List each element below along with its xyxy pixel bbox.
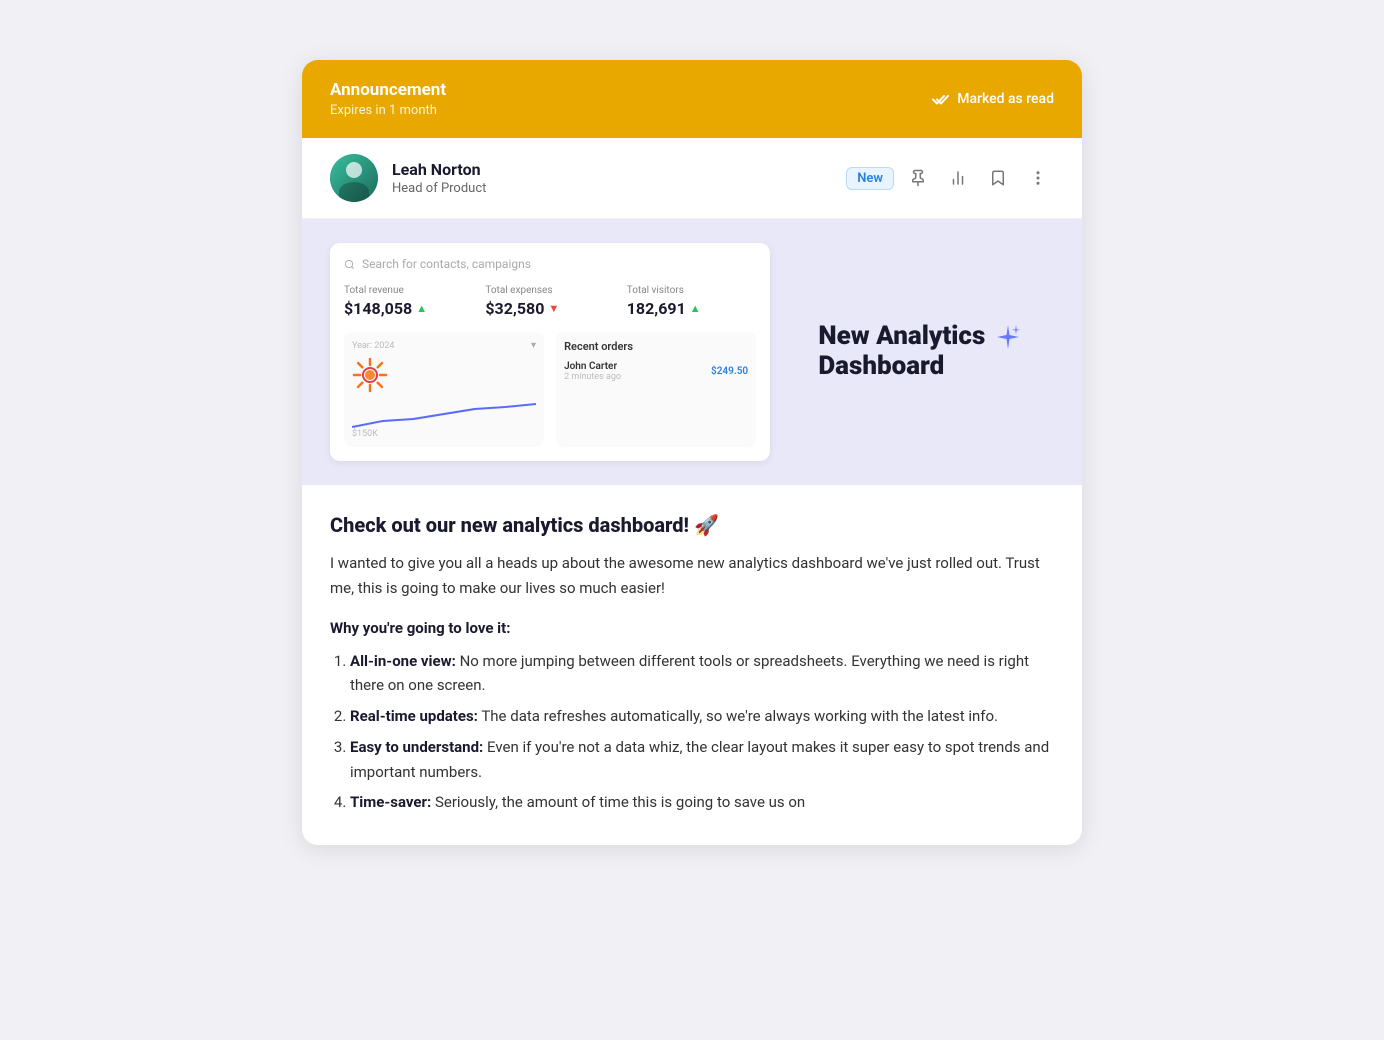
- preview-right-title: New Analytics Dashboard: [818, 322, 1021, 382]
- feature-item-2: Real-time updates: The data refreshes au…: [350, 704, 1054, 729]
- feature-list: All-in-one view: No more jumping between…: [330, 649, 1054, 816]
- chart-label-sm: $150K: [352, 429, 536, 439]
- stat-visitors: Total visitors 182,691 ▲: [627, 285, 756, 318]
- author-row: Leah Norton Head of Product New: [302, 138, 1082, 219]
- sparkle-icon: [994, 323, 1022, 351]
- order-name: John Carter: [564, 361, 621, 372]
- avatar: [330, 154, 378, 202]
- preview-right: New Analytics Dashboard: [786, 243, 1054, 461]
- check-icon: [930, 89, 950, 109]
- content-title: Check out our new analytics dashboard! 🚀: [330, 513, 1054, 537]
- search-bar: Search for contacts, campaigns: [344, 257, 756, 271]
- feature-item-4: Time-saver: Seriously, the amount of tim…: [350, 790, 1054, 815]
- stat-visitors-value: 182,691 ▲: [627, 299, 756, 318]
- order-amount: $249.50: [711, 366, 748, 377]
- marked-read-label: Marked as read: [957, 91, 1054, 107]
- up-icon: ▲: [416, 302, 427, 315]
- order-time: 2 minutes ago: [564, 372, 621, 382]
- chart-header: Year: 2024 ▾: [352, 340, 536, 351]
- content-body: I wanted to give you all a heads up abou…: [330, 551, 1054, 601]
- stats-row: Total revenue $148,058 ▲ Total expenses …: [344, 285, 756, 318]
- announcement-title: Announcement: [330, 80, 446, 100]
- recent-orders: Recent orders John Carter 2 minutes ago …: [556, 332, 756, 447]
- stat-revenue-label: Total revenue: [344, 285, 473, 296]
- pin-button[interactable]: [902, 162, 934, 194]
- feature-2-bold: Real-time updates:: [350, 707, 478, 725]
- bookmark-button[interactable]: [982, 162, 1014, 194]
- sunburst-icon: [352, 357, 388, 393]
- why-title: Why you're going to love it:: [330, 619, 1054, 637]
- chart-button[interactable]: [942, 162, 974, 194]
- author-name: Leah Norton: [392, 160, 486, 179]
- author-info: Leah Norton Head of Product: [330, 154, 486, 202]
- new-badge: New: [846, 167, 894, 190]
- stat-revenue-value: $148,058 ▲: [344, 299, 473, 318]
- feature-item-3: Easy to understand: Even if you're not a…: [350, 735, 1054, 785]
- stat-expenses: Total expenses $32,580 ▼: [485, 285, 614, 318]
- avatar-image: [330, 154, 378, 202]
- chart-area: Year: 2024 ▾: [344, 332, 544, 447]
- chart-label: Year: 2024: [352, 341, 394, 351]
- feature-3-bold: Easy to understand:: [350, 738, 483, 756]
- chart-dropdown-icon: ▾: [531, 340, 536, 351]
- preview-dashboard: Search for contacts, campaigns Total rev…: [330, 243, 770, 461]
- feature-1-bold: All-in-one view:: [350, 652, 456, 670]
- stat-visitors-label: Total visitors: [627, 285, 756, 296]
- stat-revenue: Total revenue $148,058 ▲: [344, 285, 473, 318]
- preview-bottom: Year: 2024 ▾: [344, 332, 756, 447]
- line-chart: [352, 399, 536, 429]
- marked-read-button[interactable]: Marked as read: [930, 89, 1054, 109]
- announcement-header: Announcement Expires in 1 month Marked a…: [302, 60, 1082, 138]
- stat-expenses-label: Total expenses: [485, 285, 614, 296]
- order-item: John Carter 2 minutes ago $249.50: [564, 361, 748, 382]
- author-details: Leah Norton Head of Product: [392, 160, 486, 196]
- author-role: Head of Product: [392, 181, 486, 196]
- orders-title: Recent orders: [564, 340, 748, 353]
- stat-expenses-value: $32,580 ▼: [485, 299, 614, 318]
- announcement-card: Announcement Expires in 1 month Marked a…: [302, 60, 1082, 845]
- feature-4-bold: Time-saver:: [350, 793, 431, 811]
- header-left: Announcement Expires in 1 month: [330, 80, 446, 118]
- announcement-subtitle: Expires in 1 month: [330, 103, 446, 118]
- feature-2-text: The data refreshes automatically, so we'…: [481, 707, 998, 725]
- preview-title-container: New Analytics Dashboard: [818, 322, 1021, 382]
- up-icon-2: ▲: [690, 302, 701, 315]
- feature-item-1: All-in-one view: No more jumping between…: [350, 649, 1054, 699]
- preview-banner: Search for contacts, campaigns Total rev…: [302, 219, 1082, 485]
- down-icon: ▼: [548, 302, 559, 315]
- order-details: John Carter 2 minutes ago: [564, 361, 621, 382]
- feature-4-text: Seriously, the amount of time this is go…: [435, 793, 805, 811]
- main-content: Check out our new analytics dashboard! 🚀…: [302, 485, 1082, 845]
- search-placeholder: Search for contacts, campaigns: [362, 257, 531, 271]
- more-button[interactable]: [1022, 162, 1054, 194]
- author-actions: New: [846, 162, 1054, 194]
